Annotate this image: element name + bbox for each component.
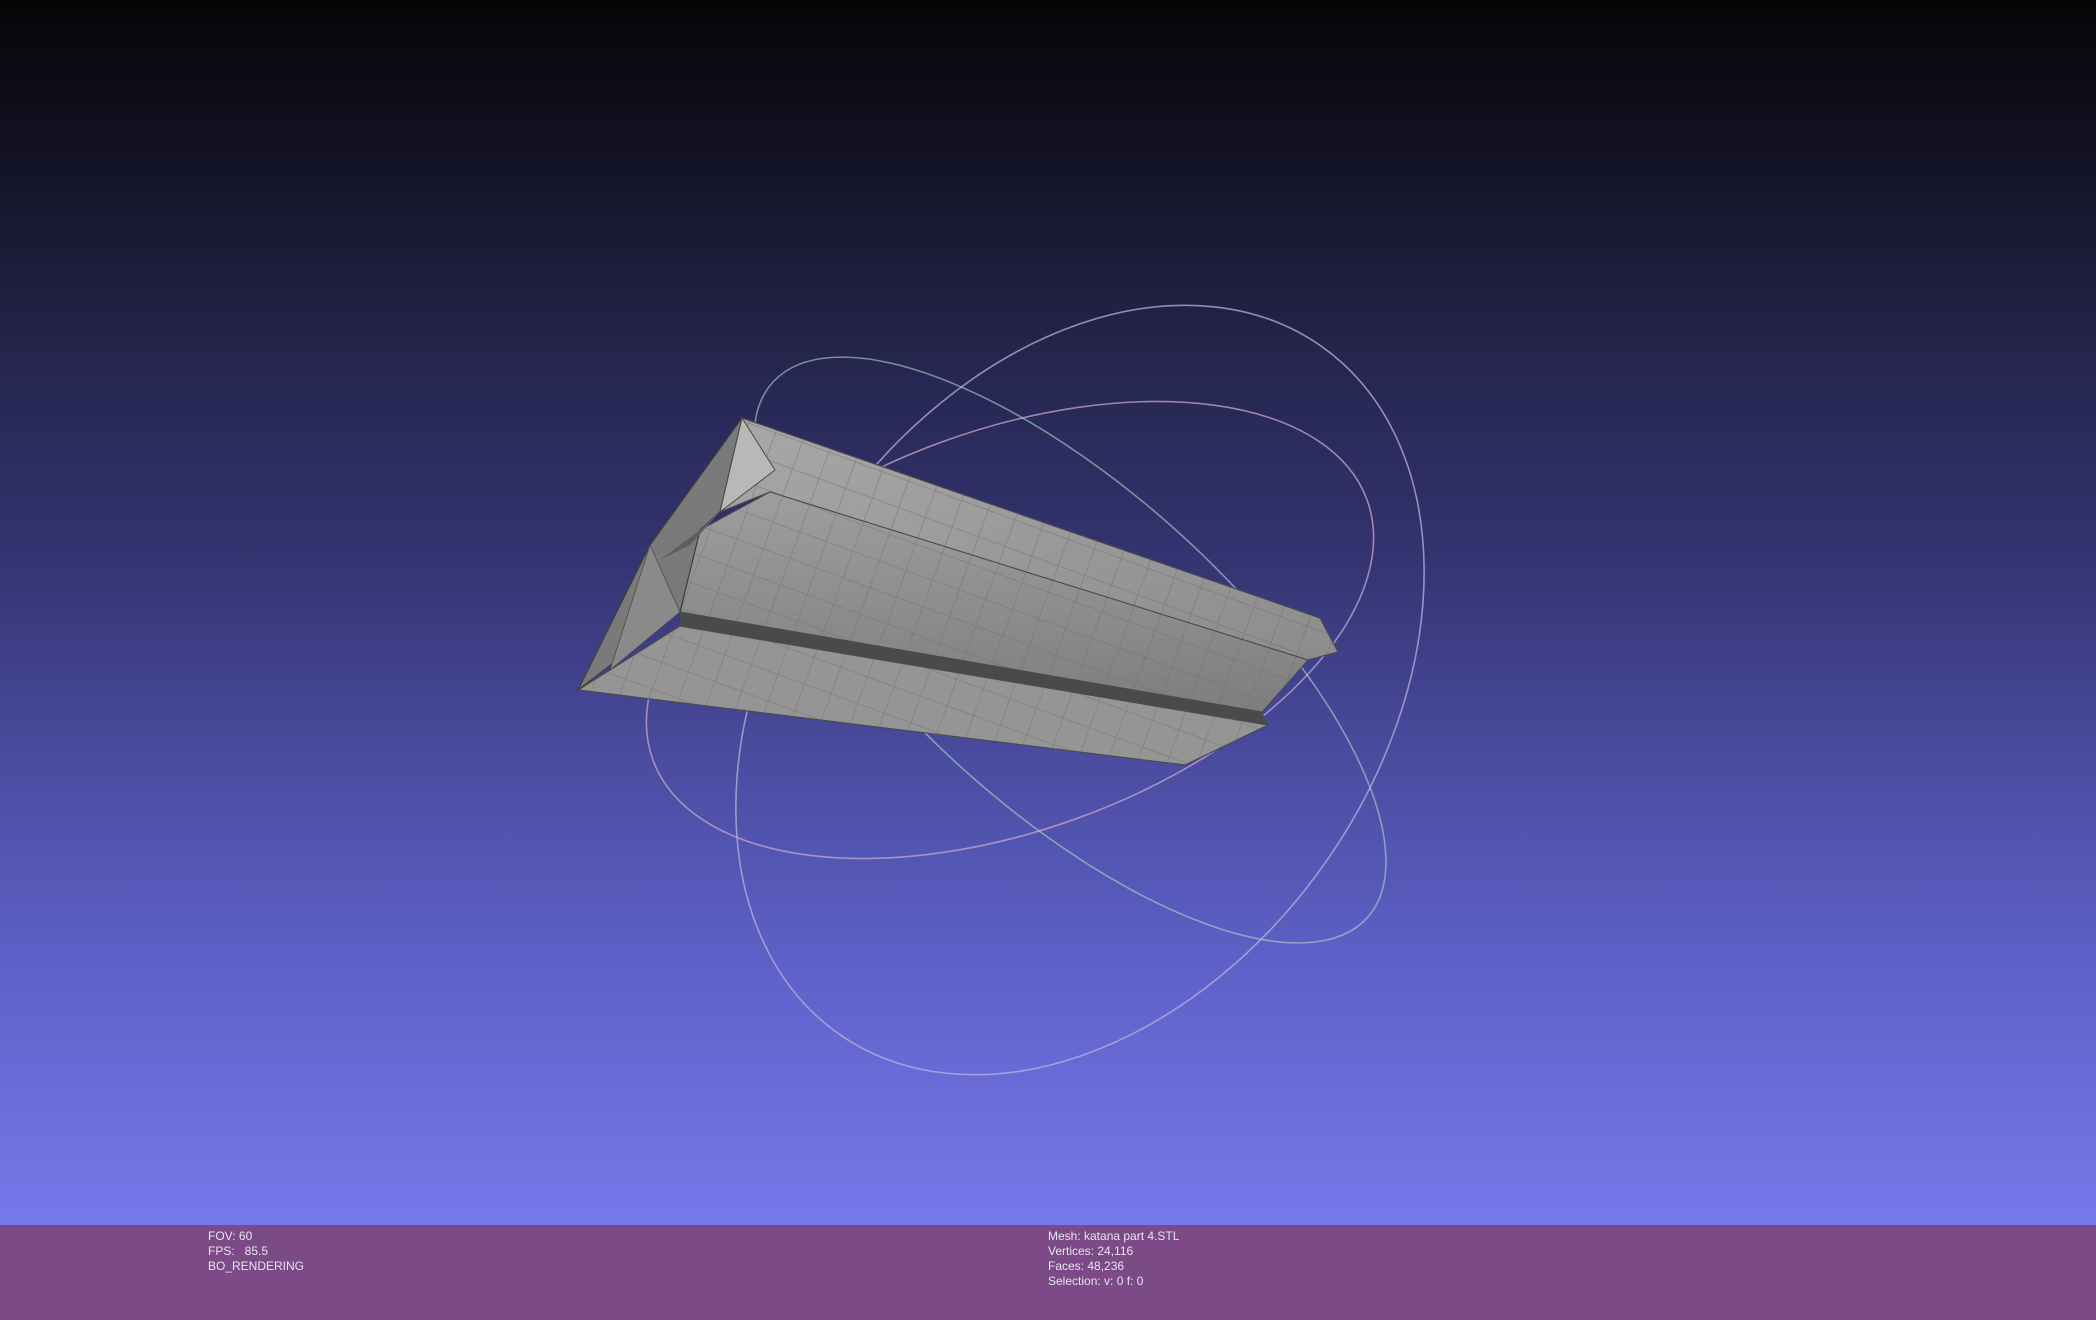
selection-readout: Selection: v: 0 f: 0 (1048, 1274, 1144, 1288)
mesh-name-readout: Mesh: katana part 4.STL (1048, 1229, 1180, 1243)
fov-readout: FOV: 60 (208, 1229, 253, 1243)
3d-viewport[interactable] (0, 0, 2096, 1225)
scene-canvas[interactable] (0, 0, 2096, 1225)
faces-readout: Faces: 48,236 (1048, 1259, 1125, 1273)
status-info-bar: FOV: 60 FPS: 85.5 BO_RENDERING Mesh: kat… (0, 1225, 2096, 1320)
render-mode-readout: BO_RENDERING (208, 1259, 305, 1273)
mesh-katana-part[interactable] (576, 416, 1340, 766)
render-info: FOV: 60 FPS: 85.5 BO_RENDERING (208, 1229, 304, 1274)
fps-readout: FPS: 85.5 (208, 1244, 269, 1258)
mesh-info: Mesh: katana part 4.STL Vertices: 24,116… (1048, 1229, 1179, 1289)
vertices-readout: Vertices: 24,116 (1048, 1244, 1134, 1258)
